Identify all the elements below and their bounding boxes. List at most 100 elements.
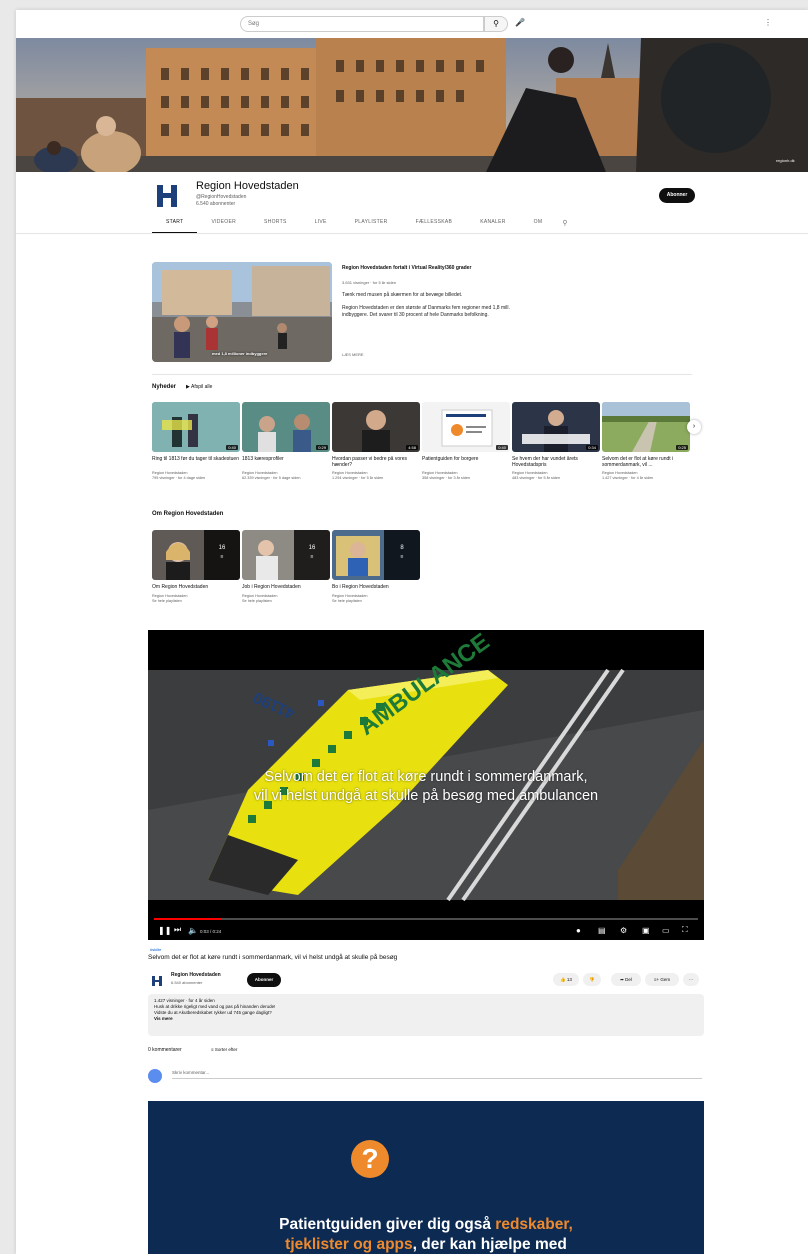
- tab-faellesskab[interactable]: FÆLLESSKAB: [402, 219, 467, 233]
- featured-video-thumbnail[interactable]: med 1,8 millioner indbyggere: [152, 262, 332, 362]
- tab-kanaler[interactable]: KANALER: [466, 219, 519, 233]
- playlist-icon: ≡: [310, 554, 314, 560]
- next-icon[interactable]: ⏭: [174, 925, 181, 935]
- playlist-icon: ≡: [400, 554, 404, 560]
- channel-search-icon[interactable]: ⚲: [556, 219, 567, 233]
- video-title[interactable]: Patientguiden for borgere: [422, 456, 510, 468]
- share-button[interactable]: ➦ Del: [611, 973, 641, 986]
- region-h-logo-icon: [154, 183, 180, 209]
- video-channel[interactable]: Region Hovedstaden: [422, 471, 510, 475]
- video-card[interactable]: 0:29 1813 kæresprofiler Region Hovedstad…: [242, 402, 330, 480]
- progress-bar[interactable]: [154, 918, 698, 920]
- save-button[interactable]: ≡+ Gem: [645, 973, 679, 986]
- pause-icon[interactable]: ❚❚: [158, 926, 171, 935]
- description-box[interactable]: 1.427 visninger · for 4 år siden Husk at…: [148, 994, 704, 1036]
- video-thumbnail[interactable]: 0:40: [152, 402, 240, 452]
- shelf-next-button[interactable]: ›: [687, 420, 701, 434]
- theater-mode-icon[interactable]: ▭: [662, 926, 670, 935]
- video-channel[interactable]: Region Hovedstaden: [242, 471, 330, 475]
- video-title[interactable]: Selvom det er flot at køre rundt i somme…: [602, 456, 690, 468]
- owner-subscribe-button[interactable]: Abonner: [247, 973, 281, 987]
- video-thumbnail[interactable]: 0:29: [242, 402, 330, 452]
- video-player[interactable]: AMBULANCE 41190 Selvom det er flot at kø…: [148, 630, 704, 940]
- channel-name: Region Hovedstaden: [196, 180, 299, 192]
- search-input[interactable]: Søg: [240, 16, 484, 32]
- subscribe-button[interactable]: Abonner: [659, 188, 695, 203]
- microphone-icon[interactable]: 🎤: [515, 18, 525, 27]
- playlist-thumbnail[interactable]: 8 ≡: [332, 530, 420, 580]
- channel-logo[interactable]: [152, 181, 182, 211]
- video-card[interactable]: 4:58 Hvordan passer vi bedre på vores hæ…: [332, 402, 420, 480]
- dislike-button[interactable]: 👎: [583, 973, 601, 986]
- playlist-count-value: 8: [400, 545, 404, 551]
- view-playlist-link[interactable]: Se hele playlisten: [332, 599, 420, 603]
- playlist-title[interactable]: Bo i Region Hovedstaden: [332, 584, 420, 591]
- video-thumbnail[interactable]: 4:58: [332, 402, 420, 452]
- playlist-channel[interactable]: Region Hovedstaden: [242, 594, 330, 598]
- video-thumbnail[interactable]: 0:40: [422, 402, 510, 452]
- captions-icon[interactable]: ▤: [598, 926, 606, 935]
- video-thumbnail[interactable]: 0:34: [512, 402, 600, 452]
- video-card[interactable]: 0:34 Se hvem der har vundet årets Hoveds…: [512, 402, 600, 480]
- video-thumbnail[interactable]: 0:25: [602, 402, 690, 452]
- volume-icon[interactable]: 🔈: [188, 926, 198, 935]
- video-title[interactable]: Se hvem der har vundet årets Hovedstadsp…: [512, 456, 600, 468]
- more-options-icon[interactable]: ⋮: [764, 18, 772, 27]
- top-bar: Søg ⚲ 🎤 ⋮: [16, 10, 808, 38]
- sort-label: Sorter efter: [214, 1047, 238, 1052]
- video-title[interactable]: Ring til 1813 før du tager til skadestue…: [152, 456, 240, 468]
- hashtag-link[interactable]: #skilte: [150, 947, 161, 952]
- miniplayer-icon[interactable]: ▣: [642, 926, 650, 935]
- autoplay-toggle-icon[interactable]: ●: [576, 926, 581, 935]
- featured-thumbnail-image: [152, 262, 332, 362]
- playlist-channel[interactable]: Region Hovedstaden: [152, 594, 240, 598]
- about-section-title[interactable]: Om Region Hovedstaden: [152, 511, 223, 517]
- sort-comments-button[interactable]: ≡ Sorter efter: [211, 1047, 237, 1052]
- playlist-card[interactable]: 8 ≡ Bo i Region Hovedstaden Region Hoveds…: [332, 530, 420, 603]
- read-more-link[interactable]: LÆS MERE: [342, 352, 364, 357]
- news-section-title[interactable]: Nyheder: [152, 384, 176, 390]
- video-channel[interactable]: Region Hovedstaden: [152, 471, 240, 475]
- fullscreen-icon[interactable]: ⛶: [682, 925, 688, 935]
- video-channel[interactable]: Region Hovedstaden: [332, 471, 420, 475]
- tab-shorts[interactable]: SHORTS: [250, 219, 301, 233]
- video-channel[interactable]: Region Hovedstaden: [512, 471, 600, 475]
- tab-live[interactable]: LIVE: [301, 219, 341, 233]
- view-playlist-link[interactable]: Se hele playlisten: [152, 599, 240, 603]
- video-card[interactable]: 0:40 Ring til 1813 før du tager til skad…: [152, 402, 240, 480]
- search-button[interactable]: ⚲: [484, 16, 508, 32]
- video-title[interactable]: Hvordan passer vi bedre på vores hænder?: [332, 456, 420, 468]
- settings-icon[interactable]: ⚙: [620, 926, 627, 935]
- section-divider: [152, 374, 692, 375]
- save-label: Gem: [660, 977, 671, 982]
- video-meta: 483 visninger · for 5 år siden: [512, 476, 561, 480]
- playlist-thumbnail[interactable]: 16 ≡: [242, 530, 330, 580]
- thumbs-down-icon: 👎: [589, 977, 595, 982]
- show-more-link[interactable]: Vis mere: [154, 1016, 698, 1022]
- video-card[interactable]: 0:40 Patientguiden for borgere Region Ho…: [422, 402, 510, 480]
- playlist-title[interactable]: Job i Region Hovedstaden: [242, 584, 330, 591]
- tab-playlister[interactable]: PLAYLISTER: [341, 219, 402, 233]
- more-actions-button[interactable]: ···: [683, 973, 699, 986]
- tab-videoer[interactable]: VIDEOER: [197, 219, 250, 233]
- tab-om[interactable]: OM: [520, 219, 557, 233]
- video-card[interactable]: 0:25 Selvom det er flot at køre rundt i …: [602, 402, 690, 480]
- sort-icon: ≡: [211, 1047, 214, 1052]
- play-all-button[interactable]: ▶ Afspil alle: [186, 384, 212, 390]
- video-title[interactable]: 1813 kæresprofiler: [242, 456, 330, 468]
- video-channel[interactable]: Region Hovedstaden: [602, 471, 690, 475]
- owner-name[interactable]: Region Hovedstaden: [171, 972, 221, 978]
- tab-start[interactable]: START: [152, 219, 198, 233]
- playlist-title[interactable]: Om Region Hovedstaden: [152, 584, 240, 591]
- owner-logo-icon[interactable]: [151, 975, 163, 987]
- playlist-channel[interactable]: Region Hovedstaden: [332, 594, 420, 598]
- playlist-card[interactable]: 16 ≡ Job i Region Hovedstaden Region Hove…: [242, 530, 330, 603]
- playlist-card[interactable]: 16 ≡ Om Region Hovedstaden Region Hovedst…: [152, 530, 240, 603]
- featured-video-meta: 3.631 visninger · for 5 år siden: [342, 280, 397, 285]
- featured-video-title[interactable]: Region Hovedstaden fortalt i Virtual Rea…: [342, 265, 471, 271]
- playlist-thumbnail[interactable]: 16 ≡: [152, 530, 240, 580]
- like-button[interactable]: 👍 13: [553, 973, 579, 986]
- comment-input[interactable]: Skriv kommentar...: [172, 1070, 702, 1079]
- view-playlist-link[interactable]: Se hele playlisten: [242, 599, 330, 603]
- channel-handle: @RegionHovedstaden: [196, 194, 247, 200]
